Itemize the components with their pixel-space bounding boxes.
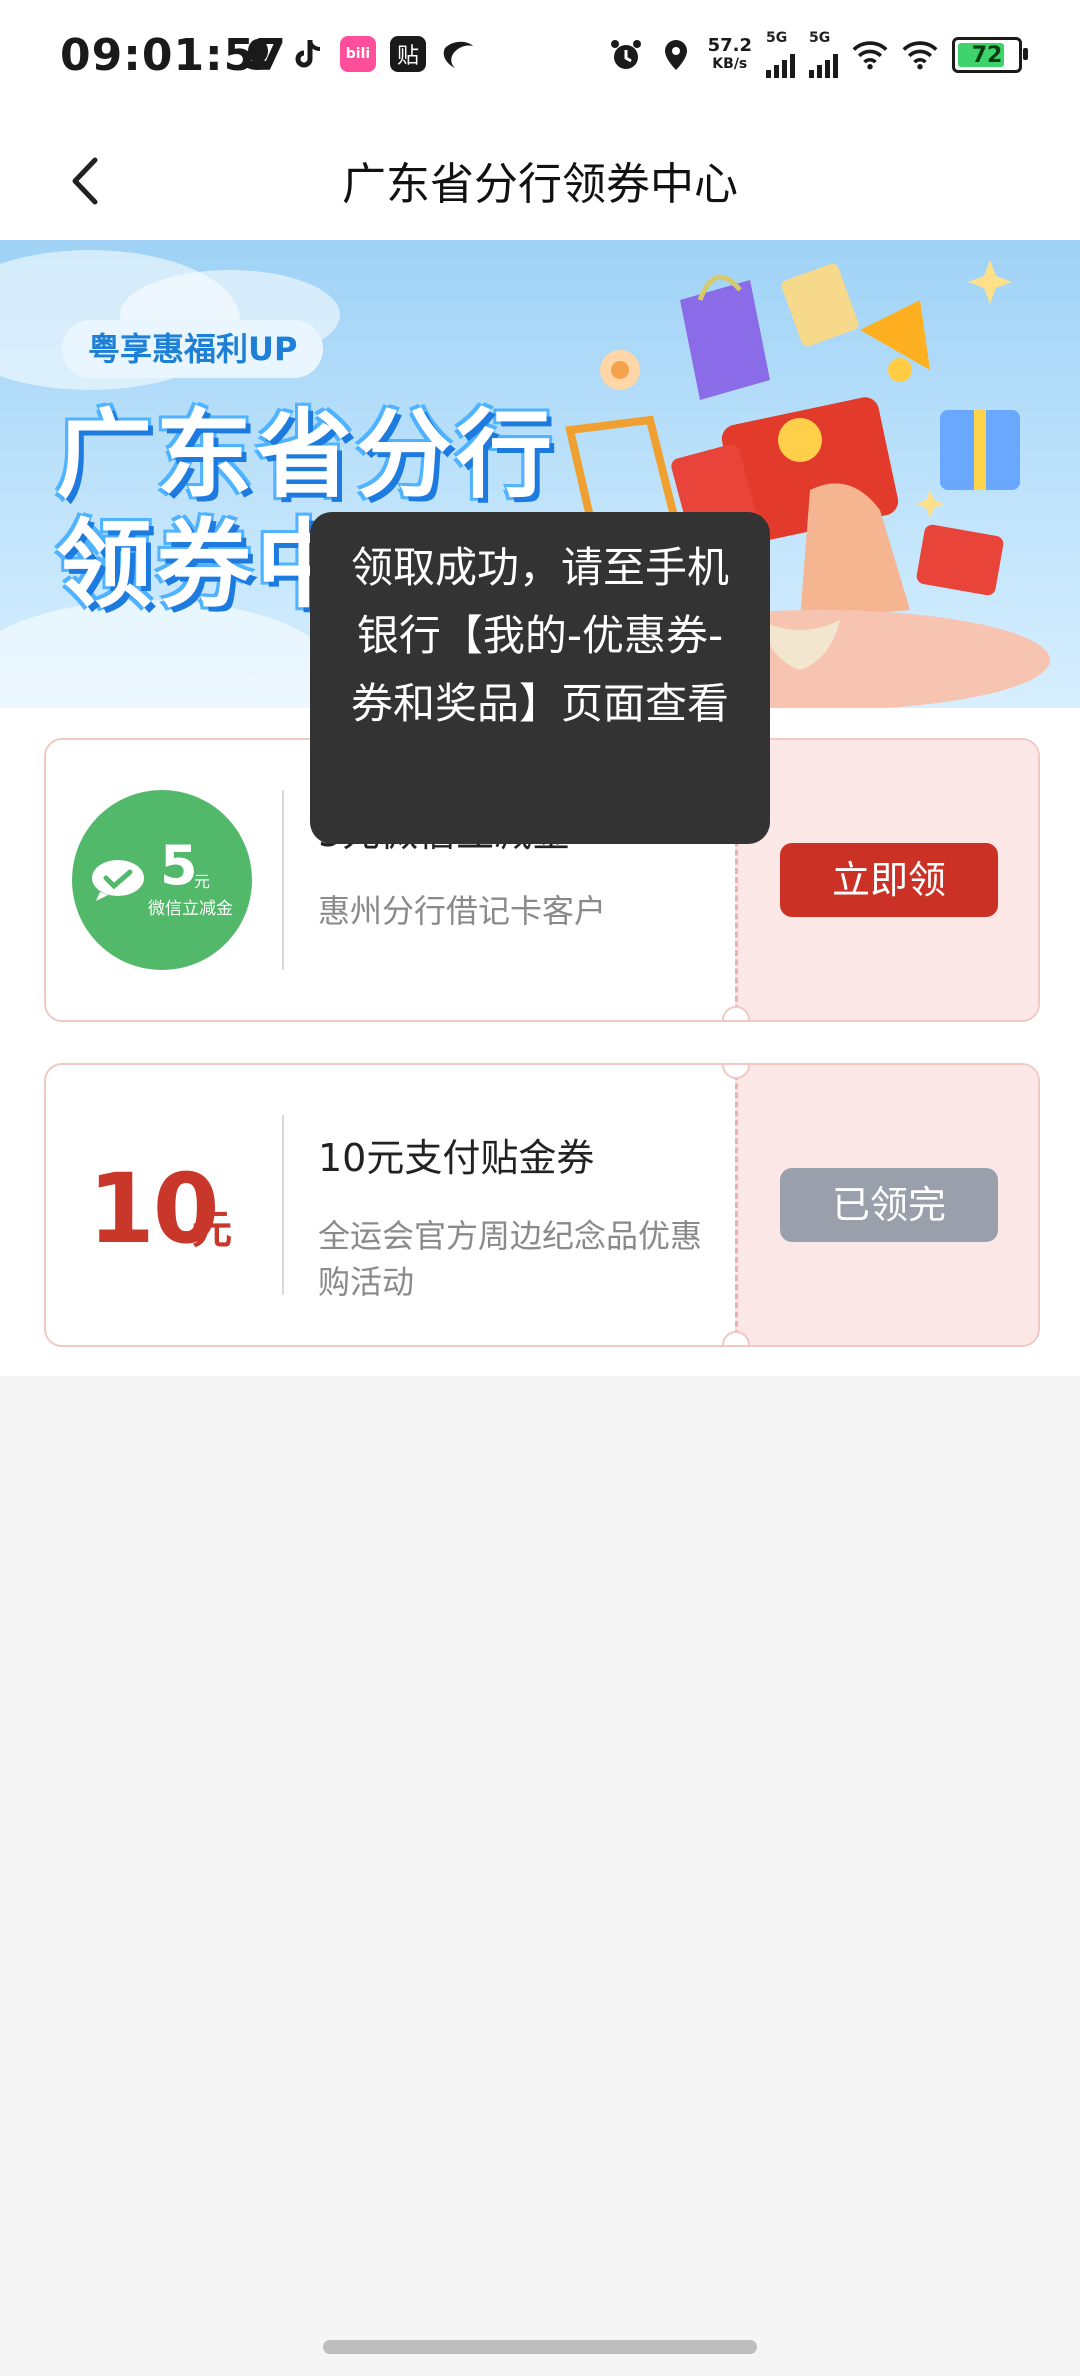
nav-bar: 广东省分行领券中心 [0, 120, 1080, 240]
wifi-icon [902, 37, 938, 73]
home-indicator[interactable] [323, 2340, 757, 2354]
tieba-icon: 贴 [390, 36, 426, 72]
status-notification-icons: bili 贴 [240, 36, 476, 72]
status-bar: 09:01:57 bili 贴 57.2 KB/s 5G 5G 72 [0, 0, 1080, 120]
coupon-amount-unit: 元 [192, 1207, 232, 1253]
china-telecom-icon [440, 36, 476, 72]
signal-strength-1: 5G [766, 30, 795, 78]
coupon-desc: 全运会官方周边纪念品优惠购活动 [318, 1217, 703, 1301]
page-title: 广东省分行领券中心 [342, 159, 738, 210]
coupon-desc: 惠州分行借记卡客户 [318, 892, 607, 930]
coupon-title: 10元支付贴金券 [318, 1136, 595, 1180]
bilibili-icon: bili [340, 36, 376, 72]
qq-icon [240, 36, 276, 72]
net-speed: 57.2 KB/s [707, 35, 752, 73]
alarm-icon [608, 37, 644, 73]
sold-out-button: 已领完 [780, 1168, 998, 1242]
wechat-icon [92, 860, 144, 901]
status-system-icons: 57.2 KB/s 5G 5G 72 [608, 30, 1028, 78]
wechat-coupon-badge: 5 元 微信立减金 [72, 790, 252, 970]
location-icon [658, 37, 694, 73]
wifi-icon [852, 37, 888, 73]
banner-chip: 粤享惠福利UP [62, 320, 324, 378]
coupon-card: 10 元 10元支付贴金券 全运会官方周边纪念品优惠购活动 已领完 [44, 1063, 1040, 1347]
claim-button[interactable]: 立即领 [780, 843, 998, 917]
success-toast: 领取成功，请至手机银行【我的-优惠券-券和奖品】页面查看 [310, 512, 770, 844]
signal-strength-2: 5G [809, 30, 838, 78]
battery-indicator: 72 [952, 37, 1028, 73]
tiktok-icon [290, 36, 326, 72]
